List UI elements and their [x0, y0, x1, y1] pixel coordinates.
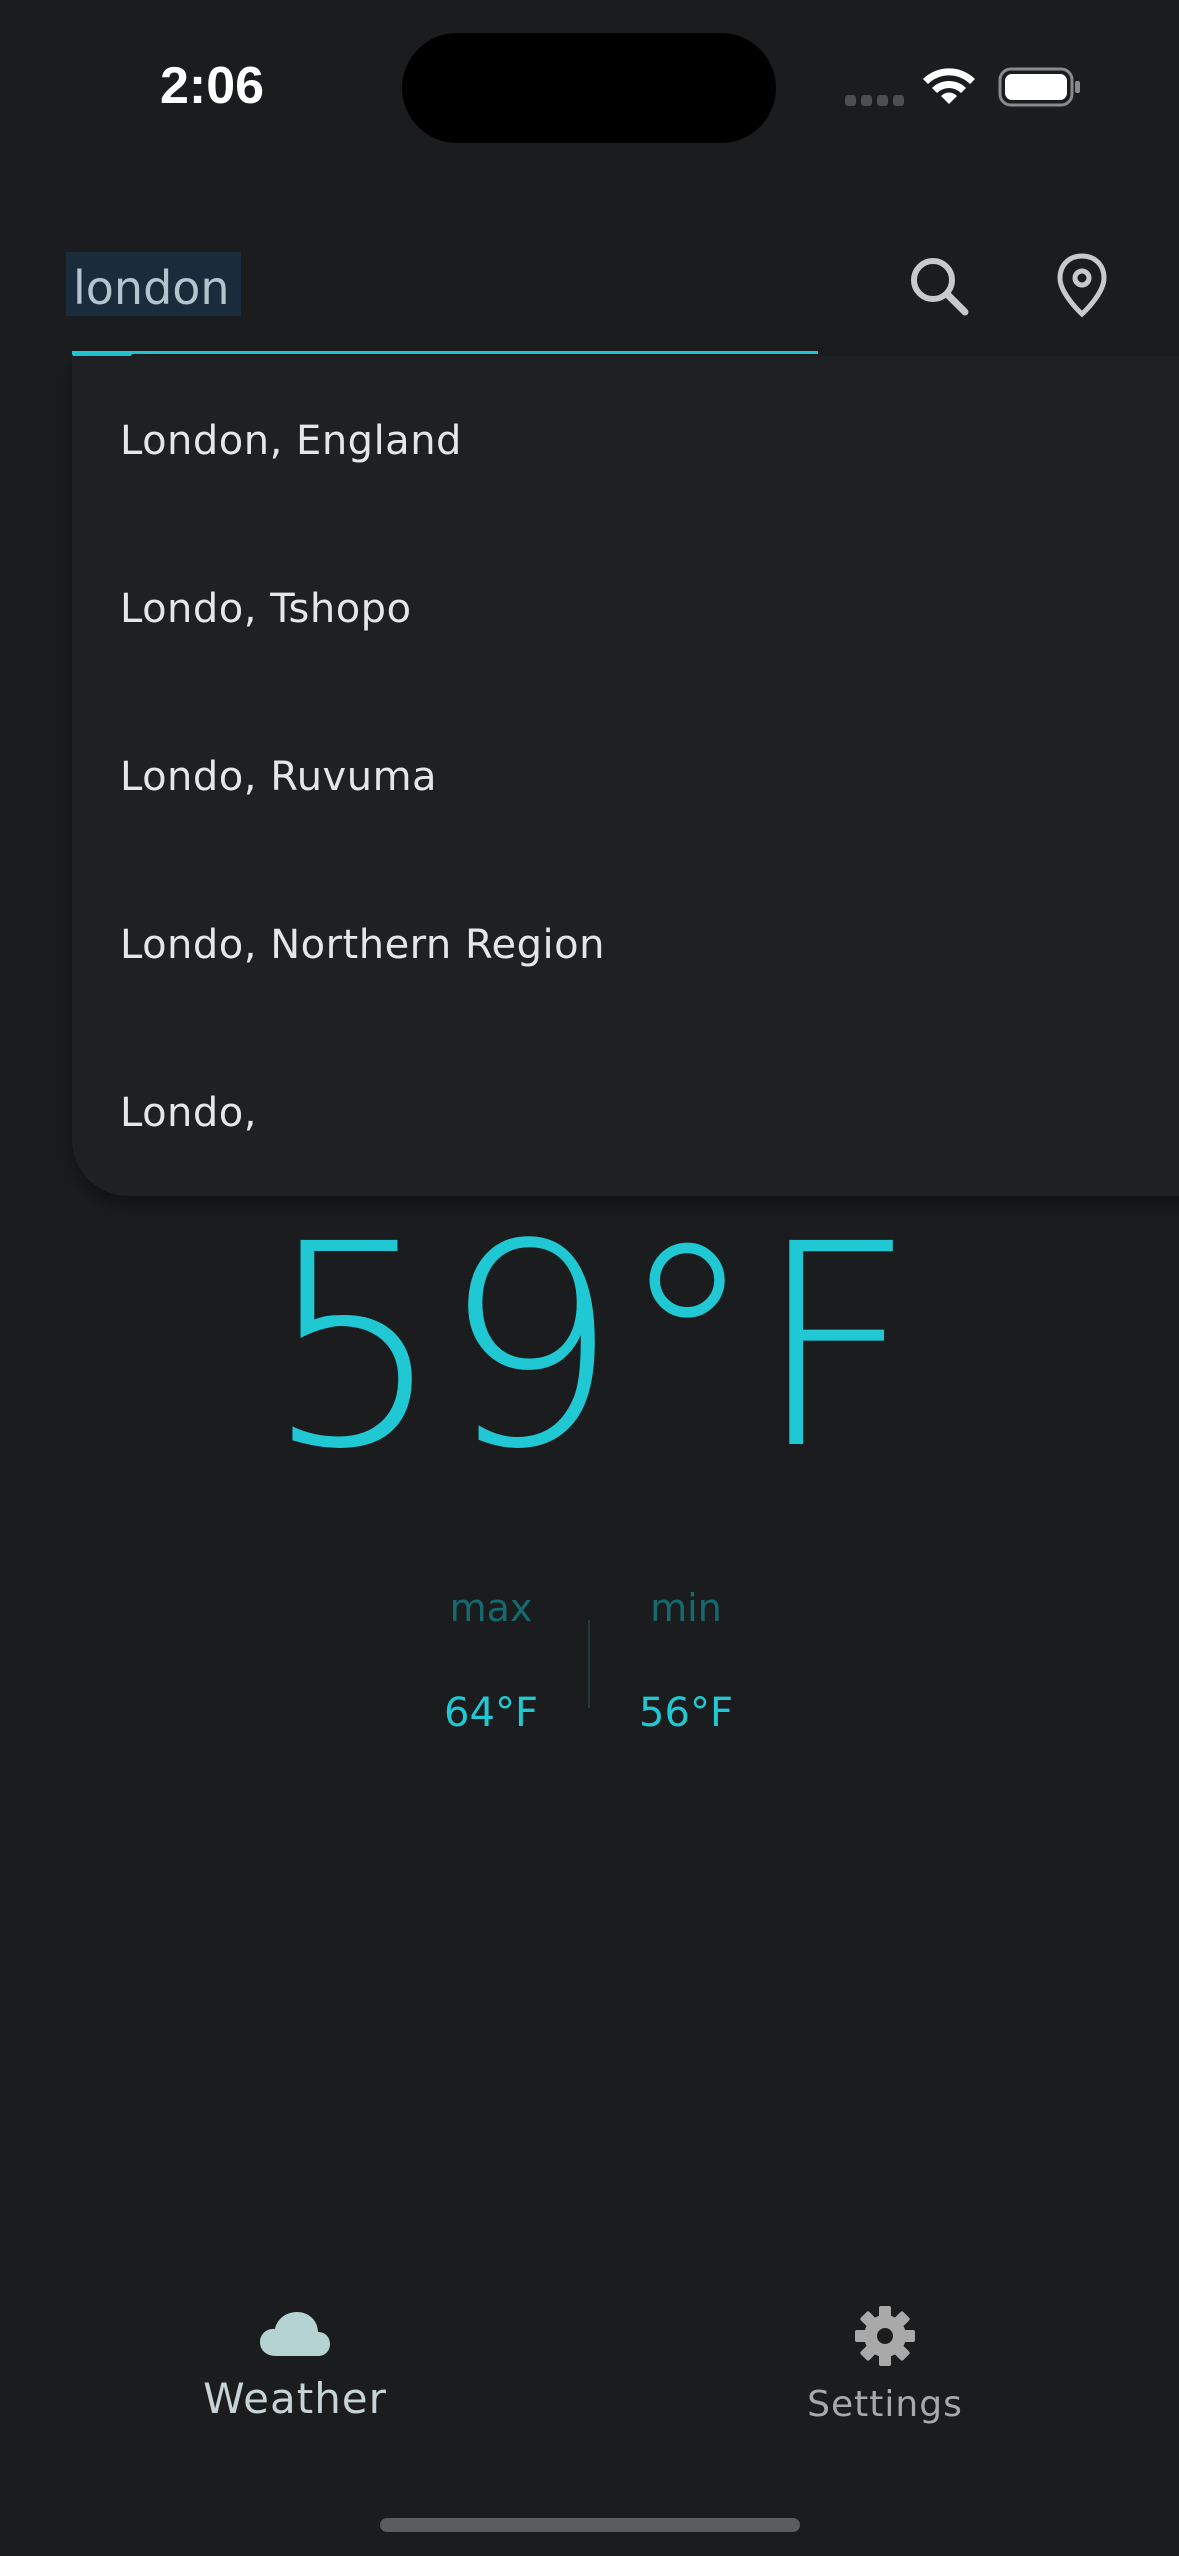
home-indicator[interactable]	[380, 2518, 800, 2532]
min-temperature: 56°F	[639, 1690, 733, 1736]
status-time: 2:06	[160, 57, 265, 115]
search-icon[interactable]	[905, 252, 975, 322]
nav-label-settings: Settings	[807, 2384, 963, 2425]
cloud-icon	[260, 2312, 330, 2356]
nav-label-weather: Weather	[203, 2374, 387, 2423]
suggestion-item[interactable]: Londo, Northern Region	[120, 922, 605, 968]
suggestions-dropdown: London, England Londo, Tshopo Londo, Ruv…	[72, 356, 1179, 1196]
gear-icon	[855, 2306, 915, 2366]
battery-icon	[998, 67, 1080, 107]
cellular-signal-icon	[845, 95, 905, 107]
current-temperature: 59°F	[264, 1185, 916, 1511]
suggestion-item[interactable]: Londo, Ruvuma	[120, 754, 437, 800]
wifi-icon	[923, 68, 975, 104]
nav-tab-settings[interactable]: Settings	[770, 2300, 1000, 2440]
location-pin-icon[interactable]	[1054, 252, 1110, 318]
search-input[interactable]: london	[73, 256, 230, 320]
max-label: max	[449, 1586, 533, 1630]
dynamic-island	[402, 33, 776, 143]
suggestion-item[interactable]: Londo,	[120, 1090, 257, 1136]
min-label: min	[650, 1586, 722, 1630]
search-underline	[72, 351, 818, 354]
max-temperature: 64°F	[444, 1690, 538, 1736]
nav-tab-weather[interactable]: Weather	[150, 2300, 440, 2440]
suggestion-item[interactable]: London, England	[120, 418, 462, 464]
suggestion-item[interactable]: Londo, Tshopo	[120, 586, 412, 632]
